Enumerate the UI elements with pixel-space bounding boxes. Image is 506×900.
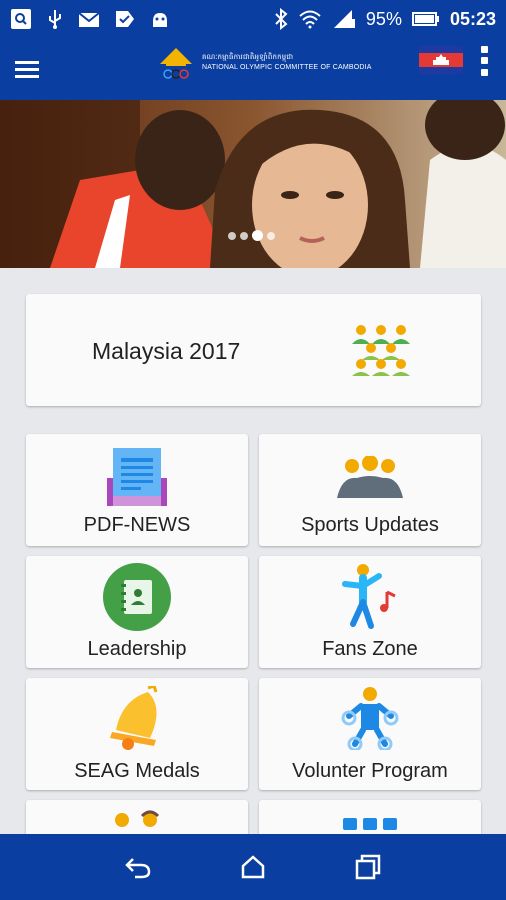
home-icon (241, 855, 265, 879)
battery-icon (411, 12, 439, 26)
newspaper-icon (107, 448, 167, 506)
signal-icon (333, 10, 355, 28)
back-button[interactable] (118, 847, 158, 887)
tile-sports-updates[interactable]: Sports Updates (259, 434, 481, 546)
grid-icon (343, 818, 397, 830)
back-icon (124, 858, 150, 879)
noc-logo: គណៈកម្មាធិការជាតិអូឡាំពិកកម្ពុជា NATIONA… (156, 44, 372, 82)
android-icon (153, 13, 167, 27)
banner-dot[interactable] (228, 231, 236, 240)
group-people-icon (352, 325, 410, 376)
hero-banner[interactable] (0, 100, 506, 268)
more-vert-icon (480, 46, 488, 54)
clock: 05:23 (449, 8, 496, 29)
banner-image (0, 100, 506, 268)
contacts-book-icon (103, 563, 171, 631)
tile-pdf-news-label: PDF-NEWS (83, 514, 191, 536)
tile-sports-updates-label: Sports Updates (301, 514, 439, 536)
menu-button[interactable] (0, 38, 54, 100)
tile-seag-medals-label: SEAG Medals (74, 760, 200, 782)
language-flag-button[interactable] (419, 46, 463, 74)
tile-fans-zone-label: Fans Zone (322, 638, 418, 660)
bluetooth-icon (275, 8, 288, 30)
tile-volunteer-program-label: Volunter Program (292, 760, 448, 782)
more-options-button[interactable] (474, 44, 494, 78)
banner-dot-active[interactable] (252, 230, 263, 241)
tile-volunteer-program[interactable]: Volunter Program (259, 678, 481, 790)
tile-leadership[interactable]: Leadership (26, 556, 248, 668)
recents-icon (356, 854, 381, 880)
tile-leadership-label: Leadership (87, 638, 187, 660)
dancing-person-icon (342, 564, 396, 629)
system-nav-bar (0, 834, 506, 900)
bell-icon (110, 686, 158, 750)
status-bar: 95% 05:23 (0, 0, 506, 38)
wifi-icon (299, 10, 321, 29)
banner-dot[interactable] (267, 231, 275, 240)
malaysia-2017-card[interactable]: Malaysia 2017 (26, 294, 481, 406)
check-icon (116, 11, 134, 27)
hamburger-icon (15, 61, 39, 78)
cambodia-flag-icon (419, 46, 463, 74)
tile-fans-zone[interactable]: Fans Zone (259, 556, 481, 668)
team-icon (337, 456, 403, 498)
olympic-logo-icon (160, 48, 192, 79)
tile-pdf-news[interactable]: PDF-NEWS (26, 434, 248, 546)
battery-percent: 95% (365, 8, 402, 29)
banner-dot[interactable] (240, 231, 248, 240)
banner-pagination (228, 230, 275, 241)
malaysia-2017-label: Malaysia 2017 (92, 338, 241, 364)
logo-title-english: NATIONAL OLYMPIC COMMITTEE OF CAMBODIA (202, 64, 372, 71)
tile-seag-medals[interactable]: SEAG Medals (26, 678, 248, 790)
home-button[interactable] (233, 847, 273, 887)
volunteer-icon (341, 687, 399, 750)
usb-icon (49, 10, 61, 29)
recents-button[interactable] (348, 847, 388, 887)
logo-title-khmer: គណៈកម្មាធិការជាតិអូឡាំពិកកម្ពុជា (202, 54, 294, 61)
screen-capture-icon (11, 9, 31, 29)
mail-icon (78, 12, 100, 27)
